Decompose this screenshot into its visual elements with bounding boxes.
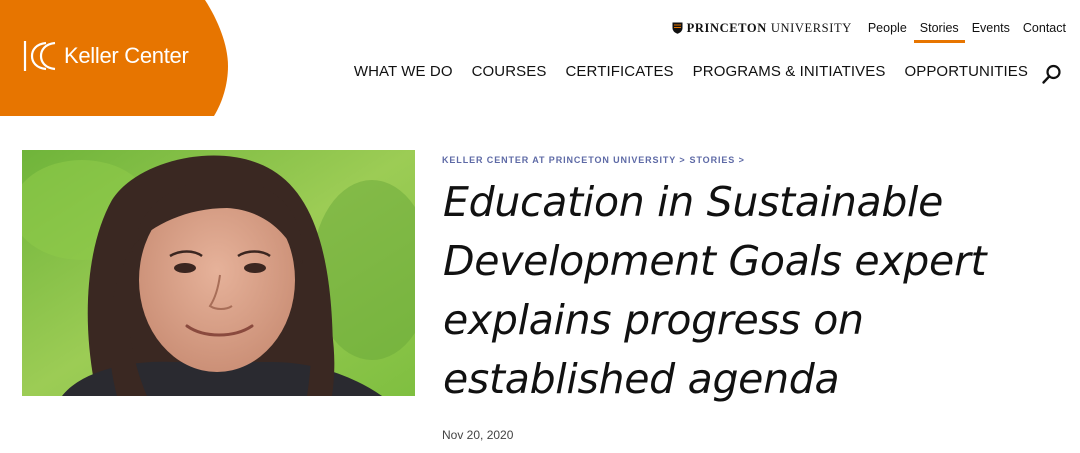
keller-center-logo-icon: [23, 41, 56, 71]
nav-certificates[interactable]: CERTIFICATES: [566, 63, 674, 80]
article-title: Education in Sustainable Development Goa…: [443, 178, 987, 403]
main-nav: WHAT WE DO COURSES CERTIFICATES PROGRAMS…: [354, 63, 1028, 80]
princeton-word: PRINCETON: [686, 20, 767, 35]
breadcrumb-stories[interactable]: STORIES >: [690, 155, 745, 165]
princeton-shield-icon: [672, 22, 683, 34]
nav-opportunities[interactable]: OPPORTUNITIES: [904, 63, 1028, 80]
page: Keller Center PRINCETON UNIVERSITY Peopl…: [0, 0, 1080, 453]
nav-programs-initiatives[interactable]: PROGRAMS & INITIATIVES: [693, 63, 886, 80]
utility-link-stories[interactable]: Stories: [913, 21, 965, 43]
nav-courses[interactable]: COURSES: [472, 63, 547, 80]
article-photo: [22, 150, 415, 396]
utility-link-contact[interactable]: Contact: [1023, 21, 1066, 43]
utility-link-people[interactable]: People: [868, 21, 907, 43]
breadcrumb-keller-center[interactable]: KELLER CENTER AT PRINCETON UNIVERSITY >: [442, 155, 686, 165]
princeton-university-link[interactable]: PRINCETON UNIVERSITY: [672, 21, 852, 36]
search-icon[interactable]: [1041, 63, 1063, 85]
utility-link-events[interactable]: Events: [972, 21, 1010, 43]
article-date: Nov 20, 2020: [442, 428, 514, 442]
university-word: UNIVERSITY: [770, 20, 852, 35]
nav-what-we-do[interactable]: WHAT WE DO: [354, 63, 453, 80]
breadcrumb: KELLER CENTER AT PRINCETON UNIVERSITY > …: [442, 155, 745, 165]
logo-text: Keller Center: [64, 43, 189, 68]
keller-center-logo[interactable]: Keller Center: [22, 38, 189, 74]
utility-nav: PRINCETON UNIVERSITY People Stories Even…: [672, 13, 1066, 43]
